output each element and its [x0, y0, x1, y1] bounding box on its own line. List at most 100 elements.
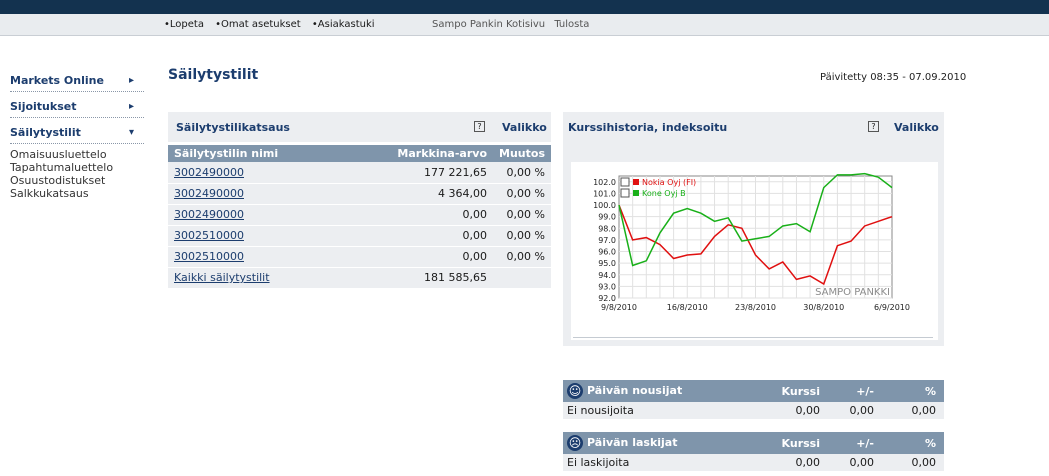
- market-value: 177 221,65: [383, 162, 493, 184]
- empty-cell: [493, 267, 551, 289]
- chart-area: 102.0 101.0 100.0 99.0 98.0 97.0 96.0 95.0 94.0 9…: [571, 162, 938, 340]
- legend-checkbox: [620, 188, 630, 198]
- account-link[interactable]: 3002510000: [174, 229, 244, 242]
- print-link[interactable]: Tulosta: [554, 19, 589, 30]
- line-chart: 102.0 101.0 100.0 99.0 98.0 97.0 96.0 95.0 94.0 9…: [593, 172, 910, 312]
- help-icon[interactable]: ?: [474, 121, 485, 132]
- homepage-link[interactable]: Sampo Pankin Kotisivu: [432, 19, 545, 30]
- change-value: 0,00 %: [493, 204, 551, 226]
- sidebar-subitem-omaisuusluettelo[interactable]: Omaisuusluettelo: [10, 148, 144, 161]
- sidebar-item-sijoitukset[interactable]: Sijoitukset ▸: [10, 96, 144, 118]
- sidebar-item-sailytystilit[interactable]: Säilytystilit ▾: [10, 122, 144, 144]
- fallers-header: ☹ Päivän laskijat: [563, 432, 763, 454]
- accounts-table: Säilytystilin nimi Markkina-arvo Muutos …: [168, 145, 551, 289]
- market-value: 0,00: [383, 246, 493, 268]
- x-tick-label: 9/8/2010: [601, 303, 637, 312]
- sidebar: Markets Online ▸ Sijoitukset ▸ Säilytyst…: [10, 70, 144, 200]
- smiley-happy-icon: ☺: [567, 383, 583, 399]
- fallers-table: ☹ Päivän laskijat Kurssi +/- % Ei laskijo…: [563, 432, 944, 471]
- accounts-panel-title: Säilytystilikatsaus: [176, 121, 290, 134]
- table-row: Ei laskijoita 0,00 0,00 0,00: [563, 454, 944, 471]
- x-tick-label: 23/8/2010: [735, 303, 776, 312]
- column-header: %: [882, 432, 944, 454]
- chevron-right-icon: ▸: [128, 75, 134, 86]
- column-header: +/-: [828, 432, 882, 454]
- sidebar-item-markets-online[interactable]: Markets Online ▸: [10, 70, 144, 92]
- account-link[interactable]: 3002490000: [174, 187, 244, 200]
- market-value: 0,00: [383, 225, 493, 247]
- table-row: 3002490000 0,00 0,00 %: [168, 204, 551, 226]
- x-tick-label: 16/8/2010: [667, 303, 708, 312]
- market-value: 0,00: [383, 204, 493, 226]
- accounts-menu-button[interactable]: Valikko: [502, 121, 547, 134]
- logout-link[interactable]: •Lopeta: [164, 19, 204, 30]
- change-value: 0,00 %: [493, 183, 551, 205]
- divider: [573, 337, 933, 338]
- x-tick-label: 30/8/2010: [803, 303, 844, 312]
- sidebar-subitem-salkkukatsaus[interactable]: Salkkukatsaus: [10, 187, 144, 200]
- account-link[interactable]: 3002510000: [174, 250, 244, 263]
- settings-link[interactable]: •Omat asetukset: [215, 19, 301, 30]
- y-tick-label: 99.0: [598, 213, 616, 222]
- sidebar-item-label: Markets Online: [10, 74, 104, 87]
- table-row: 3002490000 4 364,00 0,00 %: [168, 183, 551, 205]
- row-value: 0,00: [763, 402, 828, 419]
- sidebar-subitem-tapahtumaluettelo[interactable]: Tapahtumaluettelo: [10, 161, 144, 174]
- column-header: Kurssi: [763, 380, 828, 402]
- chevron-right-icon: ▸: [128, 101, 134, 112]
- column-header: Muutos: [493, 145, 551, 162]
- table-row: Ei nousijoita 0,00 0,00 0,00: [563, 402, 944, 419]
- legend-checkbox: [620, 177, 630, 187]
- all-accounts-link[interactable]: Kaikki säilytystilit: [174, 271, 270, 284]
- table-row: 3002510000 0,00 0,00 %: [168, 246, 551, 268]
- chevron-down-icon: ▾: [128, 127, 134, 138]
- table-row: 3002490000 177 221,65 0,00 %: [168, 162, 551, 184]
- history-panel-title: Kurssihistoria, indeksoitu: [568, 121, 728, 134]
- y-tick-label: 100.0: [593, 201, 616, 210]
- risers-title: Päivän nousijat: [587, 384, 683, 397]
- top-navigation: •Lopeta •Omat asetukset •Asiakastuki Sam…: [0, 14, 1049, 36]
- account-link[interactable]: 3002490000: [174, 166, 244, 179]
- y-tick-label: 97.0: [598, 236, 616, 245]
- risers-table: ☺ Päivän nousijat Kurssi +/- % Ei nousijo…: [563, 380, 944, 419]
- row-value: 0,00: [882, 402, 944, 419]
- column-header: +/-: [828, 380, 882, 402]
- chart-container: 102.0 101.0 100.0 99.0 98.0 97.0 96.0 95.0 94.0 9…: [563, 142, 944, 346]
- history-panel-header: Kurssihistoria, indeksoitu ? Valikko: [563, 112, 944, 142]
- row-value: 0,00: [828, 454, 882, 471]
- row-label: Ei nousijoita: [563, 402, 763, 419]
- history-menu-button[interactable]: Valikko: [894, 121, 939, 134]
- column-header: Kurssi: [763, 432, 828, 454]
- table-header-row: Säilytystilin nimi Markkina-arvo Muutos: [168, 145, 551, 162]
- help-icon[interactable]: ?: [868, 121, 879, 132]
- legend-swatch: [633, 179, 639, 185]
- x-tick-label: 6/9/2010: [874, 303, 910, 312]
- legend-swatch: [633, 190, 639, 196]
- y-tick-label: 101.0: [593, 189, 616, 198]
- market-value: 4 364,00: [383, 183, 493, 205]
- y-tick-label: 95.0: [598, 259, 616, 268]
- row-value: 0,00: [882, 454, 944, 471]
- sidebar-subitem-osuustodistukset[interactable]: Osuustodistukset: [10, 174, 144, 187]
- total-value: 181 585,65: [383, 267, 493, 289]
- y-tick-label: 94.0: [598, 271, 616, 280]
- column-header: Markkina-arvo: [383, 145, 493, 162]
- column-header: %: [882, 380, 944, 402]
- support-link[interactable]: •Asiakastuki: [312, 19, 375, 30]
- table-header-row: ☹ Päivän laskijat Kurssi +/- %: [563, 432, 944, 454]
- fallers-title: Päivän laskijat: [587, 436, 678, 449]
- account-link[interactable]: 3002490000: [174, 208, 244, 221]
- row-label: Ei laskijoita: [563, 454, 763, 471]
- sidebar-item-label: Sijoitukset: [10, 100, 77, 113]
- brand-bar: [0, 0, 1049, 14]
- legend-label: Nokia Oyj (FI): [642, 178, 696, 187]
- table-total-row: Kaikki säilytystilit 181 585,65: [168, 267, 551, 289]
- y-tick-label: 93.0: [598, 282, 616, 291]
- column-header: Säilytystilin nimi: [168, 145, 383, 162]
- risers-header: ☺ Päivän nousijat: [563, 380, 763, 402]
- y-tick-label: 102.0: [593, 178, 616, 187]
- updated-timestamp: Päivitetty 08:35 - 07.09.2010: [820, 72, 967, 83]
- y-tick-label: 96.0: [598, 248, 616, 257]
- change-value: 0,00 %: [493, 225, 551, 247]
- smiley-sad-icon: ☹: [567, 435, 583, 451]
